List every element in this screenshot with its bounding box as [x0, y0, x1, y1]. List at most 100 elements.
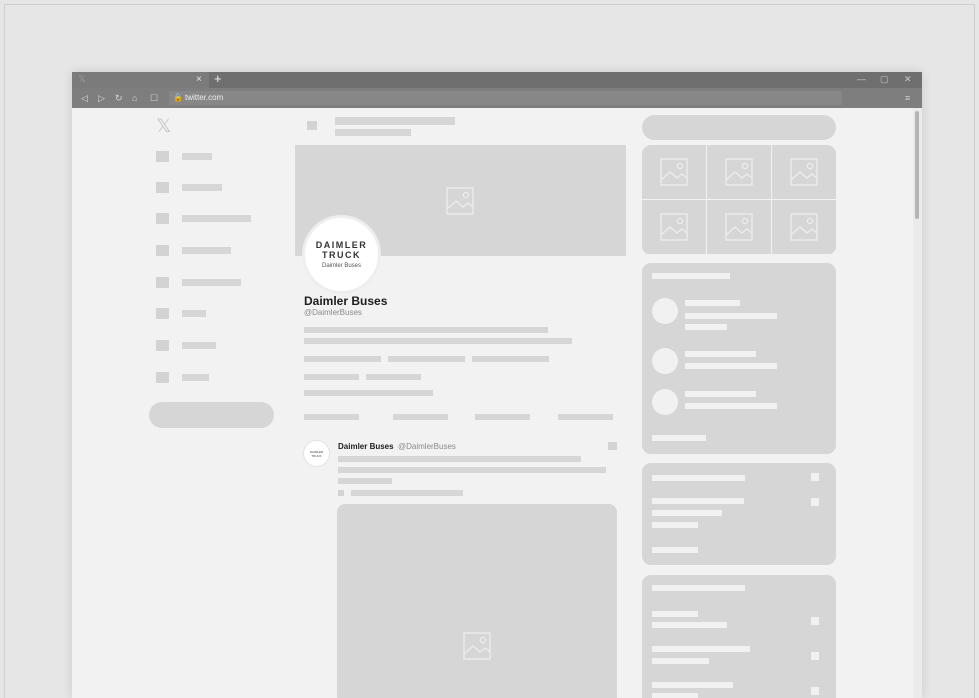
tweet-text-line-3: [338, 478, 392, 484]
header-count-placeholder: [335, 129, 411, 136]
home-icon[interactable]: ⌂: [132, 91, 137, 105]
tweet-media[interactable]: [337, 504, 617, 698]
banner-image-icon: [446, 187, 474, 215]
minimize-icon[interactable]: —: [857, 73, 866, 86]
nav-bookmarks-label[interactable]: [182, 310, 206, 317]
media-thumb-3[interactable]: [772, 145, 836, 199]
following-count[interactable]: [304, 374, 359, 380]
suggestion-avatar[interactable]: [652, 298, 678, 324]
tab-posts[interactable]: [304, 414, 359, 420]
tab-media[interactable]: [475, 414, 530, 420]
tweet-text-line-2: [338, 467, 606, 473]
tweet-author-name[interactable]: Daimler Buses: [338, 442, 394, 452]
meta-website[interactable]: [388, 356, 465, 362]
nav-explore-label[interactable]: [182, 184, 222, 191]
x-logo-icon[interactable]: 𝕏: [156, 116, 171, 136]
bio-line-2: [304, 338, 572, 344]
trend-item[interactable]: [652, 510, 722, 516]
x-favicon-icon: 𝕏: [78, 74, 87, 85]
nav-profile-icon[interactable]: [156, 340, 169, 351]
tweet-author-handle[interactable]: @DaimlerBuses: [398, 442, 456, 452]
nav-notifications-label[interactable]: [182, 215, 251, 222]
tweet-link-text[interactable]: [351, 490, 463, 496]
nav-explore-icon[interactable]: [156, 182, 169, 193]
tab-likes[interactable]: [558, 414, 613, 420]
search-input[interactable]: [642, 115, 836, 140]
forward-icon[interactable]: ▷: [98, 91, 105, 105]
trend-item[interactable]: [652, 646, 750, 652]
nav-more-icon[interactable]: [156, 372, 169, 383]
scroll-thumb[interactable]: [915, 111, 919, 219]
profile-avatar[interactable]: DAIMLER TRUCK Daimler Buses: [302, 215, 381, 294]
nav-lists-label[interactable]: [182, 279, 241, 286]
trend-item[interactable]: [652, 498, 744, 504]
nav-messages-icon[interactable]: [156, 245, 169, 256]
lock-icon: 🔒: [173, 93, 183, 102]
suggestion-handle: [685, 403, 777, 409]
close-tab-icon[interactable]: ×: [196, 73, 202, 86]
meta-location: [304, 356, 381, 362]
followers-count[interactable]: [366, 374, 421, 380]
address-toolbar: ◁ ▷ ↻ ⌂ ☐ 🔒 twitter.com ≡: [72, 88, 922, 108]
trend-item[interactable]: [652, 682, 733, 688]
browser-menu-icon[interactable]: ≡: [905, 91, 910, 105]
trend-more-icon[interactable]: [811, 617, 819, 625]
media-thumb-5[interactable]: [707, 200, 771, 254]
profile-name: Daimler Buses: [304, 294, 388, 308]
browser-window: 𝕏 × + — ▢ ✕ ◁ ▷ ↻ ⌂ ☐ 🔒 twitter.com ≡ 𝕏: [72, 72, 922, 698]
nav-messages-label[interactable]: [182, 247, 231, 254]
trend-more-icon[interactable]: [811, 652, 819, 660]
tweet-more-icon[interactable]: [608, 442, 617, 450]
media-thumb-2[interactable]: [707, 145, 771, 199]
settings-icon[interactable]: [811, 473, 819, 481]
nav-profile-label[interactable]: [182, 342, 216, 349]
media-grid: [642, 145, 836, 255]
new-tab-button[interactable]: +: [214, 72, 222, 87]
suggestion-handle: [685, 363, 777, 369]
tab-replies[interactable]: [393, 414, 448, 420]
followed-by-note[interactable]: [304, 390, 433, 396]
suggestion-avatar[interactable]: [652, 348, 678, 374]
bookmark-icon[interactable]: ☐: [150, 91, 158, 105]
avatar-logo-line2: TRUCK: [322, 250, 361, 260]
nav-home-label[interactable]: [182, 153, 212, 160]
nav-more-label[interactable]: [182, 374, 209, 381]
nav-notifications-icon[interactable]: [156, 213, 169, 224]
trend-more-icon[interactable]: [811, 687, 819, 695]
media-thumb-4[interactable]: [642, 200, 706, 254]
nav-lists-icon[interactable]: [156, 277, 169, 288]
trend-item[interactable]: [652, 611, 698, 617]
show-more-link[interactable]: [652, 435, 706, 441]
media-image-icon: [463, 632, 491, 660]
reload-icon[interactable]: ↻: [115, 91, 123, 105]
trend-meta: [652, 522, 698, 528]
media-thumb-1[interactable]: [642, 145, 706, 199]
browser-tab[interactable]: 𝕏 ×: [72, 72, 209, 88]
thumb-image-icon: [790, 158, 818, 186]
avatar-logo-line1: DAIMLER: [315, 240, 368, 250]
suggestion-name[interactable]: [685, 300, 740, 306]
trends-card: [642, 463, 836, 565]
tweet-avatar[interactable]: DAIMLER TRUCK: [303, 440, 330, 467]
suggestion-handle: [685, 313, 777, 319]
suggestion-name[interactable]: [685, 351, 756, 357]
post-button[interactable]: [149, 402, 274, 428]
nav-bookmarks-icon[interactable]: [156, 308, 169, 319]
suggestion-name[interactable]: [685, 391, 756, 397]
url-field[interactable]: 🔒 twitter.com: [169, 91, 842, 105]
thumb-image-icon: [790, 213, 818, 241]
card-title: [652, 273, 730, 279]
nav-home-icon[interactable]: [156, 151, 169, 162]
trend-meta: [652, 693, 698, 698]
trend-more-icon[interactable]: [811, 498, 819, 506]
back-icon[interactable]: ◁: [81, 91, 88, 105]
back-arrow-icon[interactable]: [307, 121, 317, 130]
restore-icon[interactable]: ▢: [880, 73, 889, 86]
window-close-icon[interactable]: ✕: [904, 73, 912, 86]
media-thumb-6[interactable]: [772, 200, 836, 254]
page-scrollbar[interactable]: [913, 108, 922, 698]
trend-meta: [652, 658, 709, 664]
show-more-link[interactable]: [652, 547, 698, 553]
card-title: [652, 585, 745, 591]
suggestion-avatar[interactable]: [652, 389, 678, 415]
